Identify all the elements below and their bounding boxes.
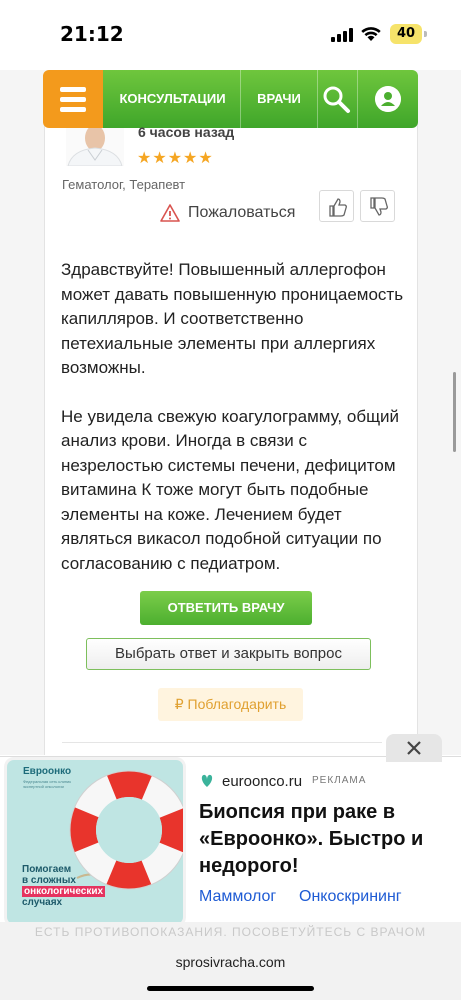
complain-label: Пожаловаться	[188, 204, 296, 221]
ad-caption-line: Помогаем	[22, 864, 72, 875]
status-bar: 21:12 40	[0, 0, 461, 70]
battery-tip	[424, 31, 427, 37]
ad-warning: ЕСТЬ ПРОТИВОПОКАЗАНИЯ. ПОСОВЕТУЙТЕСЬ С В…	[0, 922, 461, 942]
ad-caption-line: случаях	[22, 897, 63, 908]
main-nav: КОНСУЛЬТАЦИИ ВРАЧИ	[43, 70, 418, 128]
rating-stars: ★★★★★	[137, 150, 214, 167]
menu-button[interactable]	[43, 70, 103, 128]
ad-banner[interactable]: Евроонко Федеральная сеть клиник эксперт…	[0, 756, 461, 942]
ad-close-button[interactable]	[386, 734, 442, 762]
ad-caption: Помогаем в сложных онкологических случая…	[22, 864, 142, 908]
dislike-button[interactable]	[360, 190, 395, 222]
like-button[interactable]	[319, 190, 354, 222]
thumb-down-icon	[370, 197, 388, 216]
answer-paragraph: Не увидела свежую коагулограмму, общий а…	[61, 406, 400, 573]
ad-logo: Евроонко	[23, 766, 72, 777]
nav-divider	[357, 70, 358, 128]
thumb-up-icon	[329, 198, 347, 217]
divider	[62, 742, 382, 743]
ad-label: РЕКЛАМА	[312, 775, 367, 786]
close-icon	[407, 741, 421, 755]
url-domain[interactable]: sprosivracha.com	[0, 954, 461, 970]
answer-paragraph: Здравствуйте! Повышенный аллергофон може…	[61, 260, 404, 377]
home-indicator[interactable]	[147, 986, 314, 991]
nav-divider	[317, 70, 318, 128]
ad-image[interactable]: Евроонко Федеральная сеть клиник эксперт…	[4, 757, 186, 927]
wifi-icon	[361, 27, 381, 41]
browser-url-bar[interactable]: sprosivracha.com	[0, 942, 461, 1000]
battery-indicator: 40	[390, 24, 422, 44]
search-icon[interactable]	[321, 84, 351, 114]
ad-caption-highlight: онкологических	[22, 886, 106, 897]
doctor-specialty: Гематолог, Терапевт	[62, 177, 186, 192]
doctor-avatar	[66, 128, 124, 166]
scrollbar[interactable]	[453, 372, 456, 452]
ad-link-oncoscreening[interactable]: Онкоскрининг	[299, 888, 402, 906]
answer-time: 6 часов назад	[138, 124, 235, 140]
nav-bar: КОНСУЛЬТАЦИИ ВРАЧИ	[103, 70, 418, 128]
complain-link[interactable]: Пожаловаться	[160, 201, 295, 225]
ad-site[interactable]: euroonco.ru	[222, 773, 302, 790]
nav-doctors[interactable]: ВРАЧИ	[241, 70, 317, 128]
answer-text: Здравствуйте! Повышенный аллергофон може…	[61, 258, 406, 600]
ad-headline[interactable]: Биопсия при раке в «Евроонко». Быстро и …	[199, 799, 449, 880]
warning-icon	[160, 204, 180, 222]
status-time: 21:12	[60, 22, 124, 46]
cellular-signal-icon	[331, 28, 353, 42]
thank-doctor-button[interactable]: ₽ Поблагодарить	[158, 688, 303, 721]
nav-consultations[interactable]: КОНСУЛЬТАЦИИ	[105, 70, 240, 128]
reply-to-doctor-button[interactable]: ОТВЕТИТЬ ВРАЧУ	[140, 591, 312, 625]
choose-answer-button[interactable]: Выбрать ответ и закрыть вопрос	[86, 638, 371, 670]
euroonco-logo-icon	[201, 774, 213, 787]
ad-caption-line: в сложных	[22, 875, 76, 886]
user-icon[interactable]	[375, 86, 401, 112]
ad-link-mammologist[interactable]: Маммолог	[199, 888, 276, 906]
